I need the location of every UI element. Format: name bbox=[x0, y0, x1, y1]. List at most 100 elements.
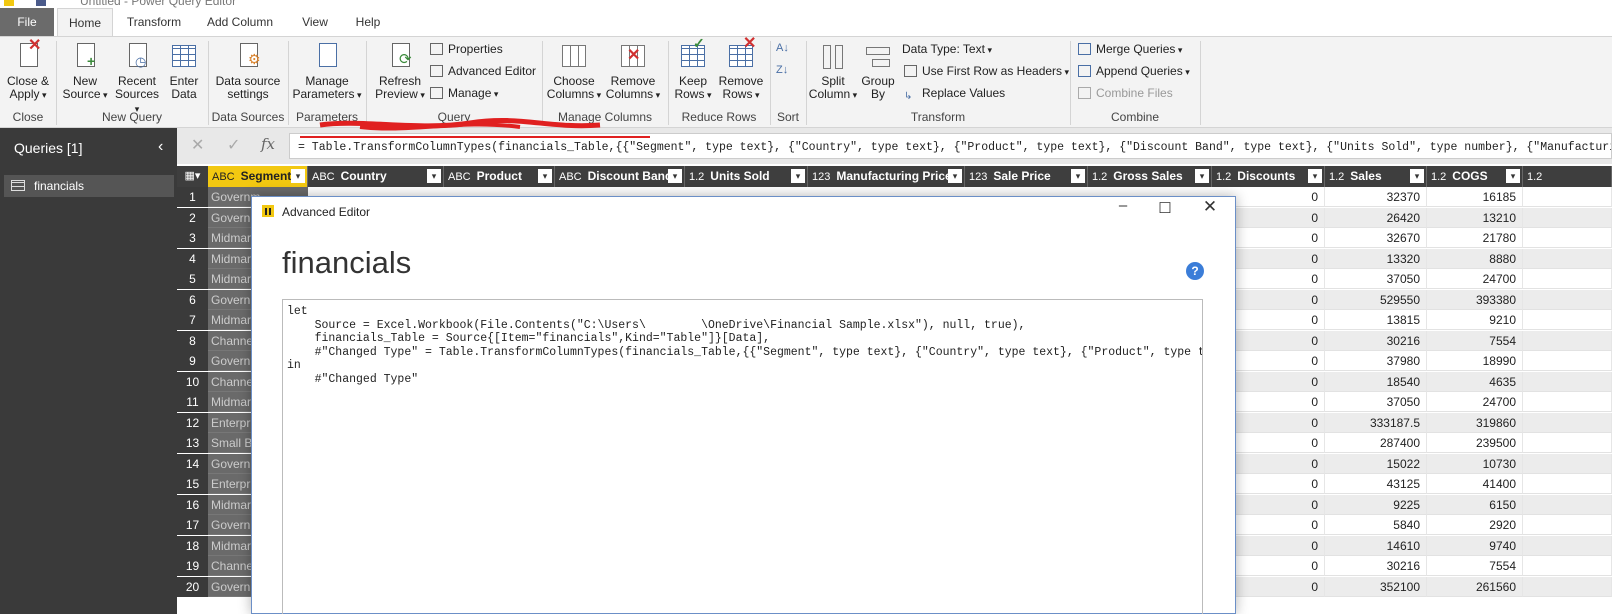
sales-cell[interactable]: 287400 bbox=[1325, 433, 1427, 453]
sales-cell[interactable]: 37050 bbox=[1325, 392, 1427, 412]
sales-cell[interactable]: 14610 bbox=[1325, 535, 1427, 556]
keep-rows-button[interactable]: ✓ Keep Rows bbox=[672, 36, 714, 102]
cogs-cell[interactable]: 393380 bbox=[1427, 289, 1523, 310]
column-type-icon[interactable]: 123 bbox=[812, 171, 830, 183]
table-cell[interactable] bbox=[1523, 453, 1612, 474]
row-number[interactable]: 3 bbox=[177, 228, 208, 248]
formula-input[interactable]: = Table.TransformColumnTypes(financials_… bbox=[289, 133, 1612, 159]
save-icon[interactable] bbox=[36, 0, 46, 6]
row-number[interactable]: 13 bbox=[177, 433, 208, 453]
sales-cell[interactable]: 32370 bbox=[1325, 187, 1427, 207]
tab-view[interactable]: View bbox=[293, 8, 337, 36]
sales-cell[interactable]: 30216 bbox=[1325, 330, 1427, 351]
table-cell[interactable] bbox=[1523, 310, 1612, 330]
cogs-cell[interactable]: 4635 bbox=[1427, 371, 1523, 392]
sort-ascending-button[interactable]: A↓ bbox=[776, 42, 789, 54]
cogs-cell[interactable]: 13210 bbox=[1427, 207, 1523, 228]
column-filter-dropdown-icon[interactable]: ▾ bbox=[1308, 169, 1322, 183]
column-filter-dropdown-icon[interactable]: ▾ bbox=[668, 169, 682, 183]
column-filter-dropdown-icon[interactable]: ▾ bbox=[1071, 169, 1085, 183]
merge-queries-button[interactable]: Merge Queries bbox=[1078, 42, 1182, 56]
table-cell[interactable] bbox=[1523, 330, 1612, 351]
row-number[interactable]: 18 bbox=[177, 535, 208, 556]
cogs-cell[interactable]: 239500 bbox=[1427, 433, 1523, 453]
tab-transform[interactable]: Transform bbox=[117, 8, 191, 36]
sales-cell[interactable]: 352100 bbox=[1325, 576, 1427, 597]
table-cell[interactable] bbox=[1523, 392, 1612, 412]
sort-descending-button[interactable]: Z↓ bbox=[776, 64, 788, 76]
table-cell[interactable] bbox=[1523, 535, 1612, 556]
tab-file[interactable]: File bbox=[0, 8, 54, 36]
row-number[interactable]: 2 bbox=[177, 207, 208, 228]
column-type-icon[interactable]: 1.2 bbox=[1216, 171, 1231, 183]
cogs-cell[interactable]: 6150 bbox=[1427, 494, 1523, 515]
cogs-cell[interactable]: 21780 bbox=[1427, 228, 1523, 248]
data-type-dropdown[interactable]: Data Type: Text bbox=[902, 42, 992, 56]
row-number[interactable]: 4 bbox=[177, 248, 208, 269]
cogs-cell[interactable]: 16185 bbox=[1427, 187, 1523, 207]
sales-cell[interactable]: 9225 bbox=[1325, 494, 1427, 515]
sales-cell[interactable]: 30216 bbox=[1325, 556, 1427, 576]
replace-values-button[interactable]: ↳ Replace Values bbox=[904, 86, 1005, 103]
cogs-cell[interactable]: 9740 bbox=[1427, 535, 1523, 556]
remove-columns-button[interactable]: ✕ Remove Columns bbox=[604, 41, 662, 102]
table-cell[interactable] bbox=[1523, 248, 1612, 269]
column-header[interactable]: 1.2 Gross Sales ▾ bbox=[1088, 166, 1212, 187]
column-header[interactable]: 1.2 COGS ▾ bbox=[1427, 166, 1523, 187]
column-filter-dropdown-icon[interactable]: ▾ bbox=[427, 169, 441, 183]
row-number[interactable]: 17 bbox=[177, 515, 208, 535]
cogs-cell[interactable]: 261560 bbox=[1427, 576, 1523, 597]
table-cell[interactable] bbox=[1523, 433, 1612, 453]
column-type-icon[interactable]: 1.2 bbox=[1329, 171, 1344, 183]
column-type-icon[interactable]: ABC bbox=[312, 171, 335, 183]
commit-formula-icon[interactable]: ✓ bbox=[227, 135, 240, 155]
column-header[interactable]: 123 Sale Price ▾ bbox=[965, 166, 1088, 187]
table-cell[interactable] bbox=[1523, 576, 1612, 597]
sales-cell[interactable]: 13320 bbox=[1325, 248, 1427, 269]
manage-parameters-button[interactable]: Manage Parameters bbox=[292, 41, 362, 102]
table-menu-icon[interactable]: ▦▾ bbox=[177, 166, 208, 187]
cogs-cell[interactable]: 319860 bbox=[1427, 412, 1523, 433]
row-number[interactable]: 5 bbox=[177, 269, 208, 289]
query-item-financials[interactable]: financials bbox=[4, 175, 174, 197]
column-type-icon[interactable]: 1.2 bbox=[1527, 171, 1542, 183]
row-number[interactable]: 8 bbox=[177, 330, 208, 351]
row-number[interactable]: 10 bbox=[177, 371, 208, 392]
column-filter-dropdown-icon[interactable]: ▾ bbox=[1195, 169, 1209, 183]
cogs-cell[interactable]: 10730 bbox=[1427, 453, 1523, 474]
data-source-settings-button[interactable]: ⚙ Data source settings bbox=[212, 41, 284, 101]
table-cell[interactable] bbox=[1523, 228, 1612, 248]
append-queries-button[interactable]: Append Queries bbox=[1078, 64, 1190, 78]
column-header[interactable]: 1.2 Units Sold ▾ bbox=[685, 166, 808, 187]
choose-columns-button[interactable]: Choose Columns bbox=[546, 41, 602, 102]
column-header[interactable]: 1.2 Discounts ▾ bbox=[1212, 166, 1325, 187]
collapse-pane-icon[interactable]: ‹ bbox=[158, 138, 163, 156]
column-filter-dropdown-icon[interactable]: ▾ bbox=[538, 169, 552, 183]
column-type-icon[interactable]: 1.2 bbox=[1431, 171, 1446, 183]
column-filter-dropdown-icon[interactable]: ▾ bbox=[948, 169, 962, 183]
row-number[interactable]: 11 bbox=[177, 392, 208, 412]
cogs-cell[interactable]: 24700 bbox=[1427, 269, 1523, 289]
table-cell[interactable] bbox=[1523, 207, 1612, 228]
minimize-icon[interactable]: – bbox=[1108, 197, 1138, 214]
column-type-icon[interactable]: ABC bbox=[212, 171, 235, 183]
manage-button[interactable]: Manage bbox=[430, 86, 498, 100]
close-apply-button[interactable]: ✕ Close & Apply bbox=[4, 38, 52, 102]
sales-cell[interactable]: 18540 bbox=[1325, 371, 1427, 392]
query-code-editor[interactable]: let Source = Excel.Workbook(File.Content… bbox=[282, 299, 1203, 614]
sales-cell[interactable]: 37980 bbox=[1325, 351, 1427, 371]
remove-rows-button[interactable]: ✕ Remove Rows bbox=[716, 36, 766, 102]
row-number[interactable]: 20 bbox=[177, 576, 208, 597]
table-cell[interactable] bbox=[1523, 474, 1612, 494]
split-column-button[interactable]: Split Column bbox=[808, 41, 858, 102]
cogs-cell[interactable]: 2920 bbox=[1427, 515, 1523, 535]
column-header[interactable]: 1.2 Sales ▾ bbox=[1325, 166, 1427, 187]
sales-cell[interactable]: 15022 bbox=[1325, 453, 1427, 474]
table-cell[interactable] bbox=[1523, 515, 1612, 535]
help-icon[interactable]: ? bbox=[1186, 262, 1204, 280]
row-number[interactable]: 16 bbox=[177, 494, 208, 515]
recent-sources-button[interactable]: ◷ Recent Sources bbox=[112, 41, 162, 116]
row-number[interactable]: 6 bbox=[177, 289, 208, 310]
cogs-cell[interactable]: 8880 bbox=[1427, 248, 1523, 269]
table-cell[interactable] bbox=[1523, 494, 1612, 515]
